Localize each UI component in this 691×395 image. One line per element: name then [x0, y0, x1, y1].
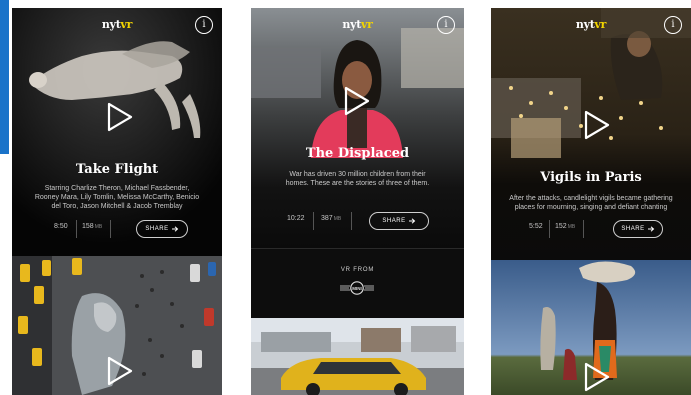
meta-divider	[549, 220, 550, 238]
hero-vigils-in-paris[interactable]: nytvr i Vigils in Paris After the attack…	[491, 8, 691, 260]
thumbnail-image-car	[251, 318, 464, 395]
story-thumbnail-street-art[interactable]	[12, 256, 222, 395]
hero-image-floating-woman	[12, 8, 222, 256]
story-meta: 5:52 152MB SHARE	[491, 220, 691, 238]
nytvr-logo: nytvr	[101, 18, 133, 31]
hero-take-flight[interactable]: nytvr i Take Flight Starring Charlize Th…	[12, 8, 222, 256]
story-meta: 8:50 158MB SHARE	[12, 220, 222, 238]
duration-label: 10:22	[287, 215, 305, 222]
phone-screen-the-displaced: nytvr i The Displaced War has driven 30 …	[251, 8, 464, 395]
info-icon[interactable]: i	[195, 16, 213, 34]
story-title: Take Flight	[75, 162, 159, 177]
share-button[interactable]: SHARE	[613, 220, 663, 238]
meta-divider	[76, 220, 77, 238]
hero-the-displaced[interactable]: nytvr i The Displaced War has driven 30 …	[251, 8, 464, 248]
phone-screen-take-flight: nytvr i Take Flight Starring Charlize Th…	[12, 8, 222, 395]
meta-divider	[110, 220, 111, 238]
play-icon[interactable]	[583, 110, 611, 140]
story-title: Vigils in Paris	[540, 170, 642, 185]
play-icon[interactable]	[106, 356, 134, 386]
sponsor-banner[interactable]: VR FROM MINI	[251, 248, 464, 318]
share-button[interactable]: SHARE	[369, 212, 429, 230]
play-icon[interactable]	[343, 86, 371, 116]
file-size-label: 152MB	[555, 223, 576, 230]
story-description: War has driven 30 million children from …	[285, 171, 430, 187]
share-arrow-icon	[647, 226, 654, 232]
story-thumbnail-car[interactable]	[251, 318, 464, 395]
meta-divider	[351, 212, 352, 230]
duration-label: 5:52	[529, 223, 543, 230]
nytvr-logo: nytvr	[342, 18, 373, 31]
info-icon[interactable]: i	[664, 16, 682, 34]
phone-screen-vigils-in-paris: nytvr i Vigils in Paris After the attack…	[491, 8, 691, 395]
mini-logo-icon: MINI	[340, 281, 374, 295]
mini-brand-text: MINI	[352, 286, 362, 291]
story-description: Starring Charlize Theron, Michael Fassbe…	[34, 185, 200, 210]
story-description: After the attacks, candlelight vigils be…	[509, 195, 673, 211]
share-button[interactable]: SHARE	[136, 220, 188, 238]
meta-divider	[583, 220, 584, 238]
info-icon[interactable]: i	[437, 16, 455, 34]
sponsor-label: VR FROM	[340, 267, 375, 273]
file-size-label: 158MB	[82, 223, 103, 230]
meta-divider	[313, 212, 314, 230]
nytvr-logo: nytvr	[575, 18, 607, 31]
duration-label: 8:50	[54, 223, 68, 230]
story-title: The Displaced	[305, 146, 410, 161]
play-icon[interactable]	[583, 362, 611, 392]
play-icon[interactable]	[106, 102, 134, 132]
story-thumbnail-field[interactable]	[491, 260, 691, 395]
share-arrow-icon	[171, 226, 178, 232]
share-arrow-icon	[408, 218, 415, 224]
story-meta: 10:22 387MB SHARE	[251, 212, 464, 230]
side-accent-bar	[0, 0, 9, 154]
file-size-label: 387MB	[321, 215, 342, 222]
